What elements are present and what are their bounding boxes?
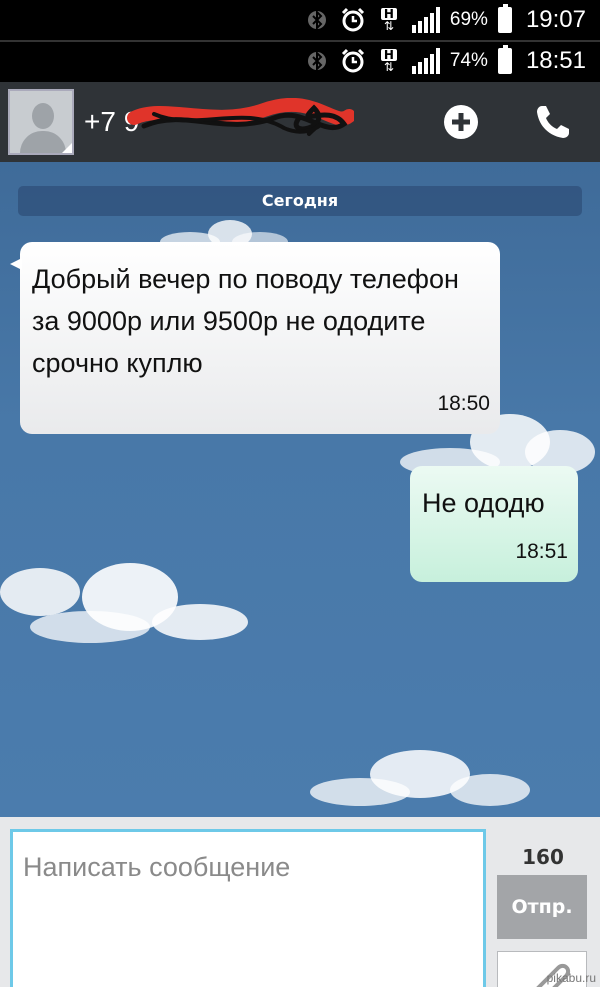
status-bar: H ⇅ 74% 18:51 [0, 40, 600, 80]
message-time: 18:51 [515, 540, 568, 563]
add-contact-button[interactable] [439, 100, 483, 144]
alarm-icon [340, 48, 366, 74]
watermark: pikabu.ru [546, 971, 596, 985]
message-composer: Написать сообщение 160 Отпр. pikabu.ru [0, 817, 600, 987]
date-separator: Сегодня [18, 186, 582, 216]
conversation-area[interactable]: Сегодня Добрый вечер по поводу телефон з… [0, 162, 600, 817]
contact-number[interactable]: +7 9 [84, 98, 364, 138]
hspa-data-icon: H ⇅ [376, 48, 402, 74]
battery-icon [497, 45, 512, 74]
send-button[interactable]: Отпр. [497, 875, 587, 939]
cloud-decoration [310, 750, 530, 806]
bluetooth-icon [304, 48, 330, 74]
cloud-decoration [0, 563, 248, 643]
bluetooth-icon [304, 7, 330, 33]
signal-icon [411, 7, 440, 33]
phone-icon [537, 106, 569, 138]
battery-percent: 74% [449, 50, 488, 71]
message-text: Не ододю [422, 488, 545, 518]
avatar-head-shape [32, 103, 54, 129]
call-button[interactable] [531, 100, 575, 144]
hspa-data-icon: H ⇅ [376, 7, 402, 33]
avatar-corner-mark [62, 143, 72, 153]
add-circle-icon [444, 105, 478, 139]
character-counter: 160 [522, 845, 564, 869]
redaction-scribble [127, 98, 354, 136]
outgoing-message[interactable]: Не ододю 18:51 [410, 466, 578, 582]
message-time: 18:50 [437, 392, 490, 415]
status-bar: H ⇅ 69% 19:07 [0, 0, 600, 40]
alarm-icon [340, 7, 366, 33]
clock: 19:07 [525, 6, 586, 33]
avatar-body-shape [20, 131, 66, 153]
message-text: Добрый вечер по поводу телефон за 9000р … [32, 264, 459, 378]
avatar[interactable] [8, 89, 74, 155]
signal-icon [411, 48, 440, 74]
battery-icon [497, 4, 512, 33]
battery-percent: 69% [449, 9, 488, 30]
incoming-message[interactable]: Добрый вечер по поводу телефон за 9000р … [10, 242, 500, 434]
message-input[interactable]: Написать сообщение [10, 829, 486, 987]
clock: 18:51 [525, 47, 586, 74]
conversation-header: +7 9 [0, 82, 600, 162]
